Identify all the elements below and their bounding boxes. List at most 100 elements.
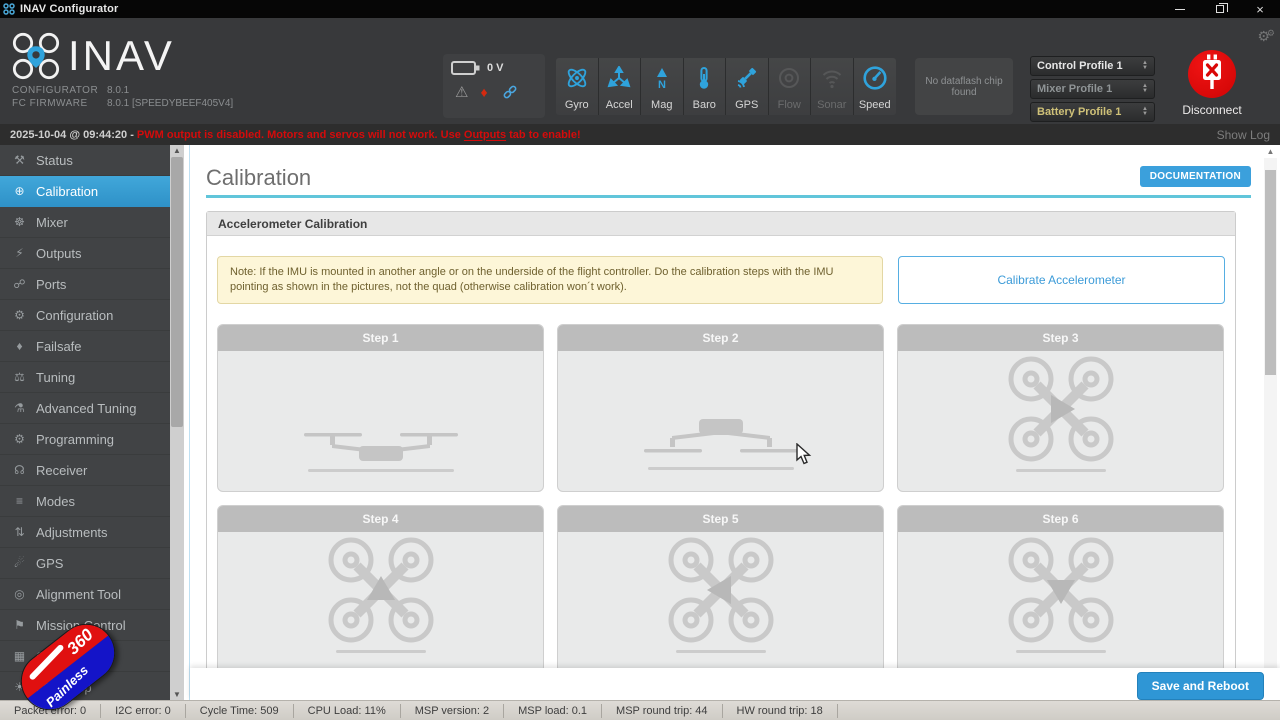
plug-icon: ☍ xyxy=(13,277,26,291)
sensor-baro[interactable]: Baro xyxy=(683,58,726,115)
step-card-2: Step 2 xyxy=(557,324,884,492)
radio-icon: ☊ xyxy=(14,463,25,477)
sidebar-item-adjustments[interactable]: ⇅ Adjustments xyxy=(0,517,170,548)
wrench-icon: ⚒ xyxy=(14,153,25,167)
step-label: Step 2 xyxy=(558,325,883,351)
sidebar-item-outputs[interactable]: ⚡ Outputs xyxy=(0,238,170,269)
sensor-label: Gyro xyxy=(564,99,589,111)
save-and-reboot-button[interactable]: Save and Reboot xyxy=(1136,672,1264,700)
sidebar-item-tuning[interactable]: ⚖ Tuning xyxy=(0,362,170,393)
sidebar-item-label: Mixer xyxy=(36,214,68,230)
crosshair-icon: ⊕ xyxy=(14,184,25,198)
accelerometer-calibration-panel: Accelerometer Calibration Note: If the I… xyxy=(206,211,1236,700)
calibrate-accelerometer-button[interactable]: Calibrate Accelerometer xyxy=(898,256,1225,304)
msp-version-stat: MSP version: 2 xyxy=(401,703,505,718)
usb-disconnect-icon xyxy=(1188,50,1236,98)
sidebar-item-gps[interactable]: ☄ GPS xyxy=(0,548,170,579)
scroll-up-icon[interactable]: ▲ xyxy=(170,146,184,155)
sidebar-item-advanced-tuning[interactable]: ⚗ Advanced Tuning xyxy=(0,393,170,424)
scroll-down-icon[interactable]: ▼ xyxy=(170,690,184,699)
minimize-button[interactable] xyxy=(1160,0,1200,18)
documentation-button[interactable]: DOCUMENTATION xyxy=(1139,166,1251,187)
link-icon xyxy=(503,85,517,99)
gear-icon: ⚙ xyxy=(14,432,25,446)
sidebar-item-label: Status xyxy=(36,152,73,168)
satellite-icon: ☄ xyxy=(14,556,25,570)
window-title: INAV Configurator xyxy=(20,3,119,15)
sidebar-item-receiver[interactable]: ☊ Receiver xyxy=(0,455,170,486)
sensor-speed[interactable]: Speed xyxy=(853,58,896,115)
settings-gears-icon[interactable]: ⚙⚙ xyxy=(1257,28,1275,45)
sensor-mag[interactable]: N Mag xyxy=(641,58,684,115)
quad-top-arrow-left-illustration xyxy=(668,537,773,653)
close-button[interactable]: × xyxy=(1240,0,1280,18)
quad-level-illustration xyxy=(303,433,458,472)
app-header: INAV CONFIGURATOR 8.0.1 FC FIRMWARE 8.0.1 … xyxy=(0,18,1280,124)
quad-top-arrow-up-illustration xyxy=(328,537,433,653)
sidebar-item-configuration[interactable]: ⚙ Configuration xyxy=(0,300,170,331)
step-card-3: Step 3 xyxy=(897,324,1224,492)
log-bar: 2025-10-04 @ 09:44:20 - PWM output is di… xyxy=(0,124,1280,145)
sidebar-item-label: Ports xyxy=(36,276,67,292)
show-log-button[interactable]: Show Log xyxy=(1217,128,1270,142)
title-bar: INAV Configurator × xyxy=(0,0,1280,18)
app-icon xyxy=(0,3,18,15)
sidebar-item-mixer[interactable]: ☸ Mixer xyxy=(0,207,170,238)
battery-icon xyxy=(451,61,480,75)
step-card-1: Step 1 xyxy=(217,324,544,492)
disconnect-button[interactable]: Disconnect xyxy=(1180,50,1244,117)
inav-logo: INAV CONFIGURATOR 8.0.1 FC FIRMWARE 8.0.1 … xyxy=(10,30,310,110)
sidebar-item-label: Advanced Tuning xyxy=(36,400,137,416)
sidebar-item-modes[interactable]: ≡ Modes xyxy=(0,486,170,517)
sensor-accel[interactable]: Accel xyxy=(598,58,641,115)
svg-text:N: N xyxy=(658,79,666,90)
calibration-page: Calibration DOCUMENTATION Accelerometer … xyxy=(190,145,1280,700)
sensor-label: Mag xyxy=(651,99,673,111)
outputs-tab-link[interactable]: Outputs xyxy=(464,129,506,141)
sensor-flow[interactable]: Flow xyxy=(768,58,811,115)
control-profile-select[interactable]: Control Profile 1 ▲ ▼ xyxy=(1030,56,1155,76)
status-bar: Packet error: 0 I2C error: 0 Cycle Time:… xyxy=(0,700,1280,720)
sidebar-item-status[interactable]: ⚒ Status xyxy=(0,145,170,176)
sidebar-item-label: GPS xyxy=(36,555,64,571)
content-scroll-up-icon[interactable]: ▲ xyxy=(1264,147,1277,156)
sensor-gps[interactable]: GPS xyxy=(726,58,769,115)
title-underline xyxy=(206,195,1251,198)
sidebar-item-failsafe[interactable]: ♦ Failsafe xyxy=(0,331,170,362)
sidebar-item-label: Modes xyxy=(36,493,76,509)
content-scroll-thumb[interactable] xyxy=(1265,170,1276,375)
app-name: INAV xyxy=(68,32,175,79)
panel-title: Accelerometer Calibration xyxy=(207,212,1235,236)
sliders-icon: ⇅ xyxy=(14,525,25,539)
sidebar-item-label: Outputs xyxy=(36,245,82,261)
sensor-sonar[interactable]: Sonar xyxy=(811,58,854,115)
step-card-6: Step 6 xyxy=(897,505,1224,673)
list-icon: ≡ xyxy=(15,494,23,508)
gear-icon: ⚙ xyxy=(14,308,25,322)
sidebar-scrollbar[interactable]: ▲ ▼ xyxy=(170,145,184,700)
sidebar-item-label: Tuning xyxy=(36,369,76,385)
sensor-label: Accel xyxy=(605,99,633,111)
pin-icon: ⚑ xyxy=(14,618,25,632)
gps-icon xyxy=(735,63,759,93)
spinner-arrows-icon: ▲ ▼ xyxy=(1142,106,1148,117)
disconnect-label: Disconnect xyxy=(1182,103,1242,117)
baro-icon xyxy=(692,63,716,93)
imu-note: Note: If the IMU is mounted in another a… xyxy=(217,256,883,304)
sidebar-item-calibration[interactable]: ⊕ Calibration xyxy=(0,176,170,207)
compass-icon: ◎ xyxy=(14,587,25,601)
i2c-error-stat: I2C error: 0 xyxy=(101,703,186,718)
sidebar-scroll-thumb[interactable] xyxy=(171,157,183,427)
content-scrollbar[interactable] xyxy=(1264,158,1277,668)
sidebar-item-programming[interactable]: ⚙ Programming xyxy=(0,424,170,455)
mixer-profile-select[interactable]: Mixer Profile 1 ▲ ▼ xyxy=(1030,79,1155,99)
speed-icon xyxy=(862,63,888,93)
step-label: Step 1 xyxy=(218,325,543,351)
maximize-button[interactable] xyxy=(1200,0,1240,18)
battery-profile-select[interactable]: Battery Profile 1 ▲ ▼ xyxy=(1030,102,1155,122)
sensor-gyro[interactable]: Gyro xyxy=(556,58,599,115)
sidebar-item-ports[interactable]: ☍ Ports xyxy=(0,269,170,300)
sidebar-item-alignment-tool[interactable]: ◎ Alignment Tool xyxy=(0,579,170,610)
quad-top-arrow-right-illustration xyxy=(1008,356,1113,472)
sidebar-item-label: Programming xyxy=(36,431,115,447)
